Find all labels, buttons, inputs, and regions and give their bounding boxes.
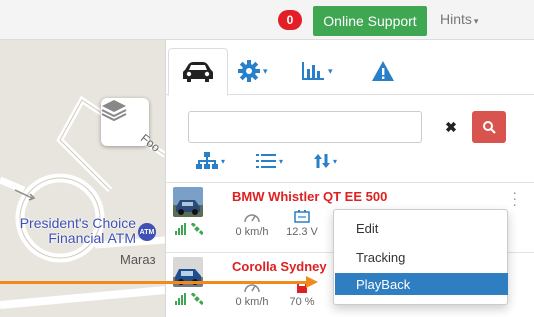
more-options-icon[interactable]: · · · <box>512 185 517 211</box>
search-input[interactable] <box>188 111 422 143</box>
car-icon <box>183 62 213 82</box>
place-label: Maraз <box>120 252 156 267</box>
tab-settings[interactable]: ▾ <box>238 54 268 88</box>
warning-icon <box>372 61 394 81</box>
clear-search-button[interactable]: ✖ <box>438 114 464 140</box>
sort-button[interactable]: ▾ <box>314 150 337 172</box>
hints-dropdown[interactable]: Hints ▾ <box>440 11 478 27</box>
fuel-value: 70 % <box>289 296 315 308</box>
menu-item-tracking[interactable]: Tracking <box>335 246 508 268</box>
chevron-down-icon: ▾ <box>279 156 284 166</box>
search-bar: ✖ <box>188 111 506 143</box>
map-roads <box>0 40 165 317</box>
signal-icon <box>175 293 186 305</box>
layers-icon <box>101 100 127 122</box>
search-icon <box>483 121 496 134</box>
chevron-down-icon: ▾ <box>263 65 268 76</box>
online-support-button[interactable]: Online Support <box>313 6 427 36</box>
tab-reports[interactable]: ▾ <box>301 54 333 88</box>
hints-label: Hints <box>440 11 472 27</box>
vehicle-thumbnail <box>173 187 203 217</box>
top-bar: 0 Online Support Hints ▾ <box>0 0 534 40</box>
poi-name-line1: President's Choice <box>19 215 136 231</box>
sort-icon <box>314 154 330 168</box>
close-icon: ✖ <box>445 118 457 135</box>
menu-item-edit[interactable]: Edit <box>335 217 508 239</box>
battery-icon <box>294 210 310 223</box>
chevron-down-icon: ▾ <box>333 156 338 166</box>
vehicle-name[interactable]: BMW Whistler QT EE 500 <box>232 189 387 204</box>
atm-icon[interactable]: ATM <box>138 223 156 241</box>
hierarchy-icon <box>196 152 218 169</box>
gps-satellite-icon <box>191 223 203 235</box>
speed-stat: 0 km/h <box>232 209 272 238</box>
poi-label: President's Choice Financial ATM <box>0 216 136 246</box>
tab-alerts[interactable] <box>371 54 395 88</box>
tab-vehicles[interactable] <box>168 48 228 96</box>
voltage-value: 12.3 V <box>286 226 318 238</box>
search-button[interactable] <box>472 111 506 143</box>
list-icon <box>256 154 276 168</box>
view-list-button[interactable]: ▾ <box>256 150 283 172</box>
speed-value: 0 km/h <box>235 296 269 308</box>
poi-name-line2: Financial ATM <box>48 230 136 246</box>
chevron-down-icon: ▾ <box>328 65 333 76</box>
voltage-stat: 12.3 V <box>282 209 322 238</box>
notification-badge[interactable]: 0 <box>278 10 302 30</box>
speedometer-icon <box>244 214 260 223</box>
vehicle-signal-status <box>175 293 203 305</box>
group-by-button[interactable]: ▾ <box>196 150 225 172</box>
gear-icon <box>238 60 260 82</box>
map-view[interactable]: Foo President's Choice Financial ATM ATM… <box>0 40 165 317</box>
chevron-down-icon: ▾ <box>473 16 479 26</box>
vehicle-signal-status <box>175 223 203 235</box>
pointer-arrow-line <box>0 281 312 284</box>
bar-chart-icon <box>302 62 324 80</box>
speed-value: 0 km/h <box>235 226 269 238</box>
vehicle-name[interactable]: Corolla Sydney <box>232 259 327 274</box>
panel-tabs: ▾ ▾ <box>166 40 534 96</box>
chevron-down-icon: ▾ <box>221 156 226 166</box>
pointer-arrow-head <box>306 276 318 288</box>
vehicle-context-menu: Edit Tracking PlayBack <box>333 209 508 305</box>
gps-satellite-icon <box>191 293 203 305</box>
menu-item-playback[interactable]: PlayBack <box>335 273 508 295</box>
signal-icon <box>175 223 186 235</box>
